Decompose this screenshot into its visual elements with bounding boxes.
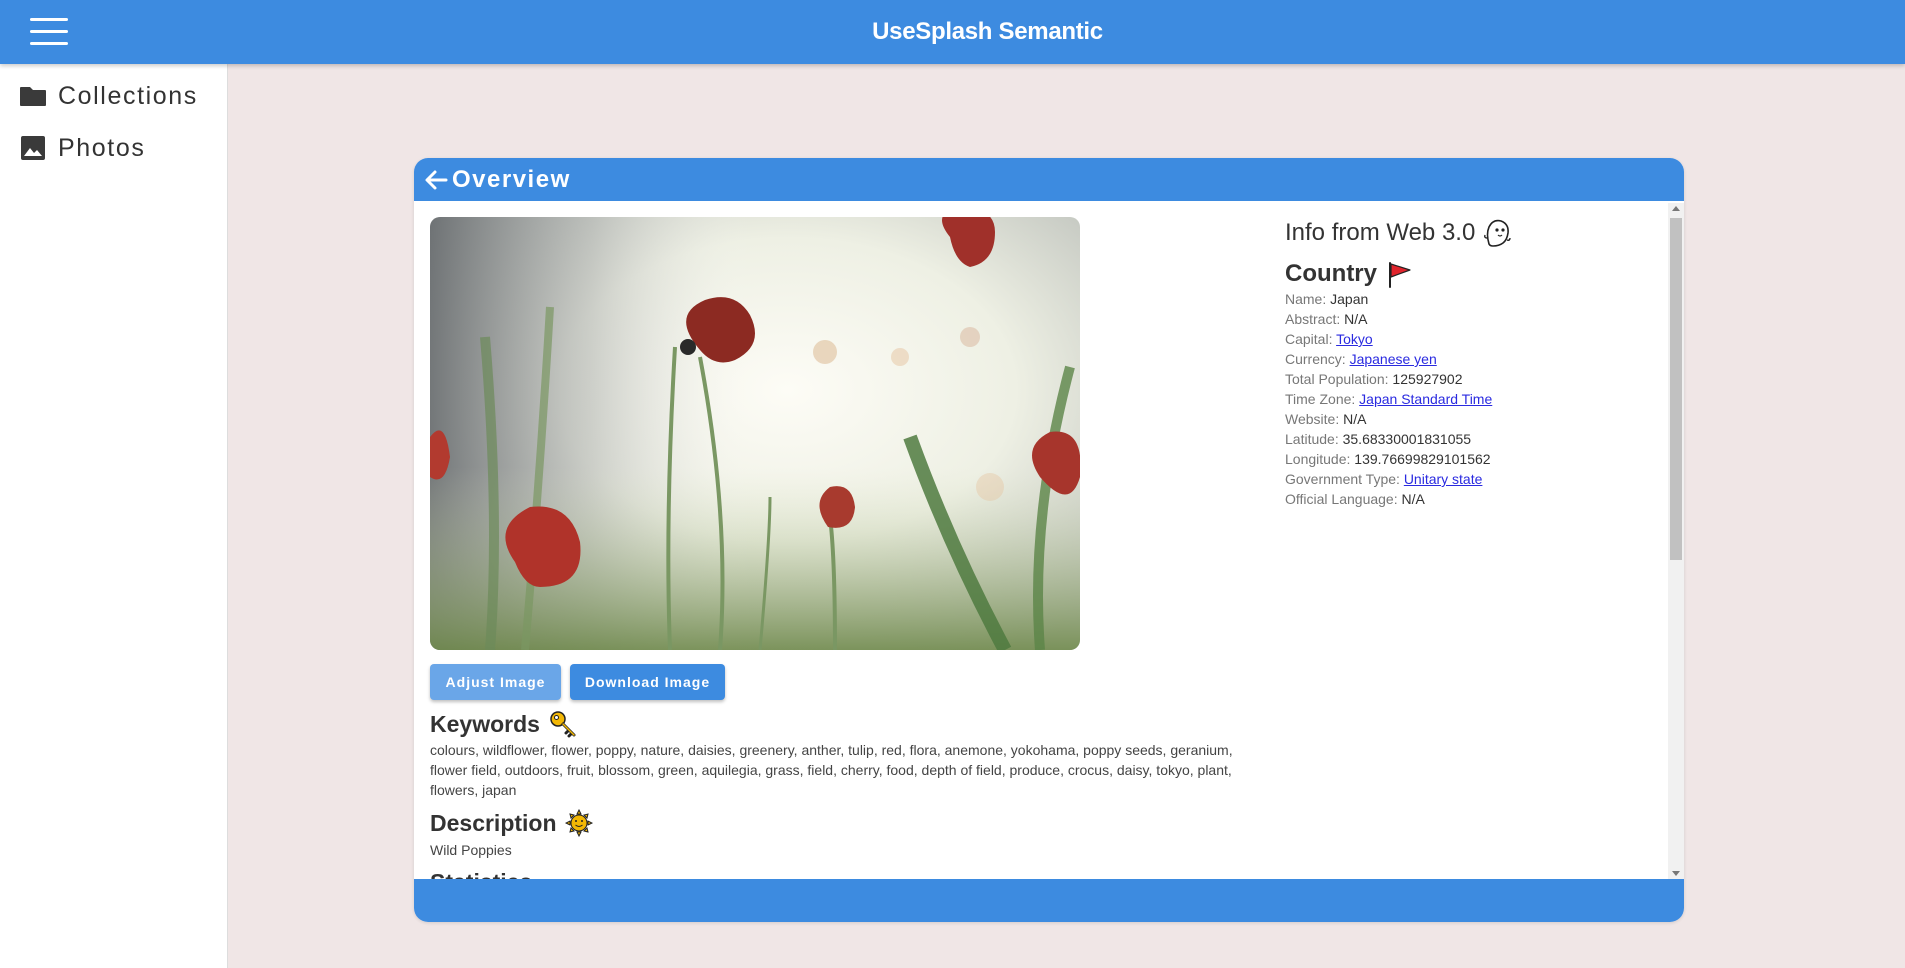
scroll-down-icon[interactable]: [1672, 871, 1680, 876]
info-key: Total Population:: [1285, 371, 1389, 387]
info-title: Info from Web 3.0: [1285, 217, 1665, 249]
info-key: Latitude:: [1285, 431, 1339, 447]
app-bar: UseSplash Semantic: [0, 0, 1905, 64]
sidebar-item-label: Photos: [58, 133, 146, 162]
overview-card: Overview Adjust Image Download Image Key…: [414, 158, 1684, 922]
info-row-government: Government Type: Unitary state: [1285, 469, 1665, 489]
info-key: Official Language:: [1285, 491, 1398, 507]
vertical-scrollbar[interactable]: [1668, 203, 1684, 879]
info-row-latitude: Latitude: 35.68330001831055: [1285, 429, 1665, 449]
info-value: 139.76699829101562: [1354, 451, 1491, 467]
photo-image: [430, 217, 1080, 650]
scrollbar-thumb[interactable]: [1670, 218, 1682, 560]
description-heading: Description: [430, 809, 593, 837]
key-icon: [548, 709, 578, 739]
flag-icon: [1385, 260, 1413, 288]
sidebar-item-photos[interactable]: Photos: [18, 128, 145, 168]
description-heading-text: Description: [430, 809, 557, 836]
currency-link[interactable]: Japanese yen: [1350, 351, 1437, 367]
sidebar-item-label: Collections: [58, 81, 198, 110]
info-value: 35.68330001831055: [1342, 431, 1472, 447]
info-row-timezone: Time Zone: Japan Standard Time: [1285, 389, 1665, 409]
keywords-text: colours, wildflower, flower, poppy, natu…: [430, 742, 1233, 798]
info-row-language: Official Language: N/A: [1285, 489, 1665, 509]
info-key: Abstract:: [1285, 311, 1341, 327]
info-key: Currency:: [1285, 351, 1346, 367]
ghost-icon: [1483, 218, 1512, 248]
info-title-text: Info from Web 3.0: [1285, 219, 1476, 246]
info-key: Name:: [1285, 291, 1327, 307]
folder-icon: [18, 81, 48, 111]
statistics-heading-text: Statistics: [430, 869, 532, 879]
info-row-abstract: Abstract: N/A: [1285, 309, 1665, 329]
sidebar-item-collections[interactable]: Collections: [18, 76, 198, 116]
info-value: N/A: [1344, 311, 1368, 327]
info-row-name: Name: Japan: [1285, 289, 1665, 309]
country-heading-text: Country: [1285, 260, 1377, 287]
keywords-heading-text: Keywords: [430, 710, 540, 737]
info-key: Website:: [1285, 411, 1340, 427]
info-key: Capital:: [1285, 331, 1333, 347]
info-value: N/A: [1401, 491, 1425, 507]
keywords-heading: Keywords: [430, 709, 578, 739]
description-text: Wild Poppies: [430, 842, 512, 858]
info-value: N/A: [1343, 411, 1367, 427]
info-key: Time Zone:: [1285, 391, 1356, 407]
government-type-link[interactable]: Unitary state: [1404, 471, 1483, 487]
info-row-population: Total Population: 125927902: [1285, 369, 1665, 389]
page-title: Overview: [452, 166, 571, 193]
adjust-image-button[interactable]: Adjust Image: [430, 664, 561, 700]
info-value: Japan: [1330, 291, 1369, 307]
country-heading: Country: [1285, 259, 1665, 289]
card-header: Overview: [414, 158, 1684, 201]
sidebar: Collections Photos: [0, 64, 228, 968]
card-body: Adjust Image Download Image Keywords col…: [414, 201, 1684, 879]
info-row-currency: Currency: Japanese yen: [1285, 349, 1665, 369]
info-key: Government Type:: [1285, 471, 1400, 487]
back-arrow-icon[interactable]: [422, 166, 450, 194]
card-footer: [414, 879, 1684, 922]
sun-icon: [564, 809, 593, 837]
app-title: UseSplash Semantic: [872, 18, 1103, 45]
image-icon: [18, 133, 48, 163]
download-image-button[interactable]: Download Image: [570, 664, 725, 700]
info-row-longitude: Longitude: 139.76699829101562: [1285, 449, 1665, 469]
capital-link[interactable]: Tokyo: [1336, 331, 1373, 347]
timezone-link[interactable]: Japan Standard Time: [1359, 391, 1492, 407]
info-row-website: Website: N/A: [1285, 409, 1665, 429]
statistics-heading: Statistics: [430, 869, 532, 879]
web3-info-panel: Info from Web 3.0 Country Name: Japan Ab…: [1285, 217, 1665, 509]
info-key: Longitude:: [1285, 451, 1351, 467]
scroll-up-icon[interactable]: [1672, 206, 1680, 211]
info-row-capital: Capital: Tokyo: [1285, 329, 1665, 349]
info-value: 125927902: [1392, 371, 1463, 387]
